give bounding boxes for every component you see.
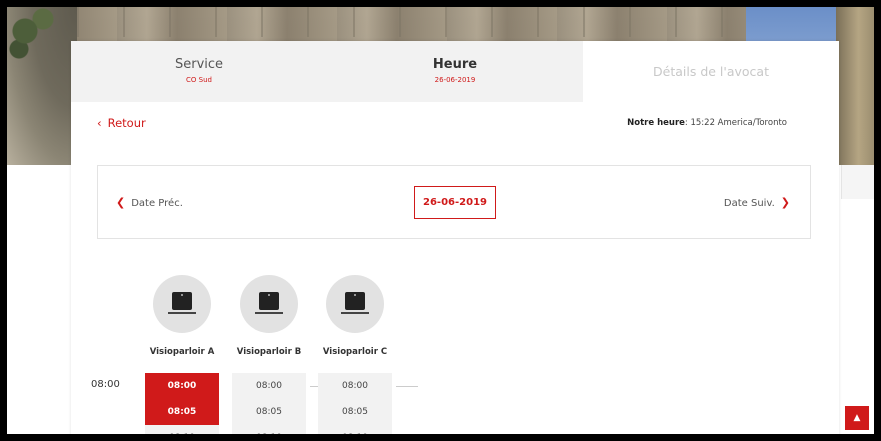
time-slot[interactable]: 08:00: [232, 373, 332, 399]
step-title: Détails de l'avocat: [653, 64, 769, 79]
time-slot[interactable]: 08:05: [145, 399, 219, 425]
monitor-screen: [172, 292, 192, 310]
monitor-base: [168, 312, 196, 314]
step-title: Heure: [432, 57, 478, 72]
chevron-left-icon: ❮: [116, 196, 126, 209]
current-date-button[interactable]: 26-06-2019: [414, 186, 496, 219]
prev-date-label: Date Préc.: [131, 198, 183, 209]
hero-pillar: [836, 7, 874, 165]
scroll-to-top-button[interactable]: ▲: [845, 406, 869, 430]
prev-date-button[interactable]: ❮ Date Préc.: [116, 196, 183, 209]
slots-visioparloir-c: 08:00 08:05 08:10: [318, 373, 418, 434]
our-time-value: : 15:22 America/Toronto: [684, 118, 787, 128]
time-slot[interactable]: 08:10: [232, 425, 306, 434]
slots-visioparloir-a: 08:00 08:05 08:10: [145, 373, 219, 434]
step-title: Service: [174, 57, 224, 72]
hero-leaves: [7, 7, 67, 67]
back-link[interactable]: ‹ Retour: [97, 116, 146, 130]
back-label: Retour: [107, 116, 146, 130]
side-panel-edge: [841, 165, 874, 199]
step-subtitle: CO Sud: [186, 76, 212, 84]
time-slot[interactable]: 08:10: [145, 425, 219, 434]
monitor-base: [341, 312, 369, 314]
chevron-left-icon: ‹: [97, 116, 102, 130]
next-date-label: Date Suiv.: [723, 198, 775, 209]
hour-row-label: 08:00: [91, 379, 120, 390]
monitor-icon: [326, 275, 384, 333]
chevron-up-icon: ▲: [853, 413, 861, 423]
monitor-icon: [153, 275, 211, 333]
hero-stones: [77, 7, 767, 37]
monitor-screen: [259, 292, 279, 310]
room-visioparloir-a: Visioparloir A: [142, 275, 222, 357]
chevron-right-icon: ❯: [780, 196, 790, 209]
step-heure[interactable]: Heure 26-06-2019: [327, 41, 583, 102]
next-date-button[interactable]: Date Suiv. ❯: [724, 196, 790, 209]
step-lawyer-details[interactable]: Détails de l'avocat: [583, 41, 839, 102]
time-slot[interactable]: 08:10: [318, 425, 392, 434]
step-tabs: Service CO Sud Heure 26-06-2019 Détails …: [71, 41, 839, 102]
step-service[interactable]: Service CO Sud: [71, 41, 327, 102]
time-slot[interactable]: 08:05: [232, 399, 306, 425]
room-visioparloir-c: Visioparloir C: [315, 275, 395, 357]
room-name: Visioparloir B: [236, 347, 302, 357]
time-slot[interactable]: 08:05: [318, 399, 392, 425]
time-slot[interactable]: 08:00: [145, 373, 219, 399]
monitor-screen: [345, 292, 365, 310]
date-navigator: ❮ Date Préc. 26-06-2019 Date Suiv. ❯: [97, 165, 811, 239]
monitor-base: [255, 312, 283, 314]
app-frame: Service CO Sud Heure 26-06-2019 Détails …: [0, 0, 881, 441]
time-slot[interactable]: 08:00: [318, 373, 418, 399]
slots-visioparloir-b: 08:00 08:05 08:10: [232, 373, 332, 434]
step-subtitle: 26-06-2019: [434, 76, 476, 84]
our-time: Notre heure: 15:22 America/Toronto: [627, 118, 787, 128]
monitor-icon: [240, 275, 298, 333]
our-time-label: Notre heure: [627, 118, 685, 128]
top-bar: ‹ Retour Notre heure: 15:22 America/Toron…: [71, 102, 839, 142]
room-name: Visioparloir A: [149, 347, 215, 357]
room-name: Visioparloir C: [322, 347, 388, 357]
room-visioparloir-b: Visioparloir B: [229, 275, 309, 357]
